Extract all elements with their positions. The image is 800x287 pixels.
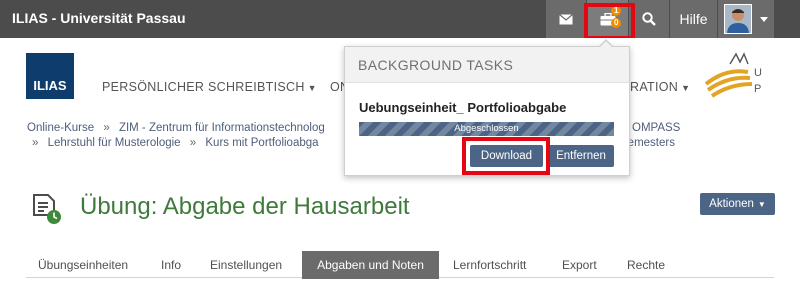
highlight-box-tasks: [584, 3, 635, 40]
svg-text:P: P: [754, 83, 761, 95]
breadcrumb-line-2: » Lehrstuhl für Musterologie » Kurs mit …: [32, 137, 319, 149]
user-menu-button[interactable]: [718, 0, 774, 38]
actions-dropdown-button[interactable]: Aktionen ▼: [700, 193, 775, 215]
breadcrumb-item[interactable]: Online-Kurse: [27, 122, 94, 134]
tab-rechte[interactable]: Rechte: [627, 258, 665, 272]
menu-personal-desktop[interactable]: PERSÖNLICHER SCHREIBTISCH ▼: [102, 80, 317, 94]
breadcrumb-item[interactable]: ZIM - Zentrum für Informationstechnolog: [119, 122, 325, 134]
popover-arrow-inner: [599, 41, 613, 48]
envelope-icon: [559, 13, 573, 24]
tab-info[interactable]: Info: [161, 258, 181, 272]
actions-label: Aktionen: [709, 198, 754, 210]
progress-label: Abgeschlossen: [454, 123, 519, 134]
menu-label: RATION: [630, 80, 679, 94]
task-progress-bar: Abgeschlossen: [359, 122, 614, 136]
caret-down-icon: [760, 16, 768, 22]
ilias-logo[interactable]: ILIAS: [26, 53, 74, 99]
breadcrumb-item[interactable]: Lehrstuhl für Musterologie: [48, 137, 181, 149]
caret-down-icon: ▼: [307, 83, 317, 93]
highlight-box-download: [462, 137, 550, 175]
tab-export[interactable]: Export: [562, 258, 597, 272]
menu-label: PERSÖNLICHER SCHREIBTISCH: [102, 80, 305, 94]
page-root: ILIAS - Universität Passau 1 0 Hilfe ILI…: [0, 0, 800, 287]
breadcrumb: Online-Kurse » ZIM - Zentrum für Informa…: [27, 122, 325, 134]
task-name: Uebungseinheit_ Portfolioabgabe: [359, 100, 567, 115]
exercise-icon: [33, 194, 61, 224]
breadcrumb-item-fragment[interactable]: OMPASS: [632, 122, 680, 134]
tab-lernfortschritt[interactable]: Lernfortschritt: [453, 258, 526, 272]
breadcrumb-item[interactable]: Kurs mit Portfolioabga: [205, 137, 318, 149]
university-logo: U P: [704, 52, 762, 98]
popover-title: BACKGROUND TASKS: [358, 57, 514, 73]
page-title: Übung: Abgabe der Hausarbeit: [80, 193, 410, 220]
mail-button[interactable]: [546, 0, 586, 38]
search-icon: [642, 12, 656, 26]
caret-down-icon: ▼: [757, 199, 766, 209]
avatar: [724, 4, 752, 34]
menu-administration[interactable]: RATION ▼: [630, 80, 690, 94]
remove-button[interactable]: Entfernen: [548, 145, 614, 167]
search-button[interactable]: [629, 0, 669, 38]
breadcrumb-separator: »: [32, 137, 39, 149]
caret-down-icon: ▼: [681, 83, 691, 93]
tab-abgaben-und-noten[interactable]: Abgaben und Noten: [302, 251, 439, 279]
tab-uebungseinheiten[interactable]: Übungseinheiten: [38, 258, 128, 272]
svg-text:U: U: [754, 67, 762, 79]
breadcrumb-separator: »: [189, 137, 197, 149]
breadcrumb-separator: »: [103, 122, 110, 134]
tab-einstellungen[interactable]: Einstellungen: [210, 258, 282, 272]
app-title[interactable]: ILIAS - Universität Passau: [12, 10, 186, 26]
help-button[interactable]: Hilfe: [670, 0, 717, 38]
